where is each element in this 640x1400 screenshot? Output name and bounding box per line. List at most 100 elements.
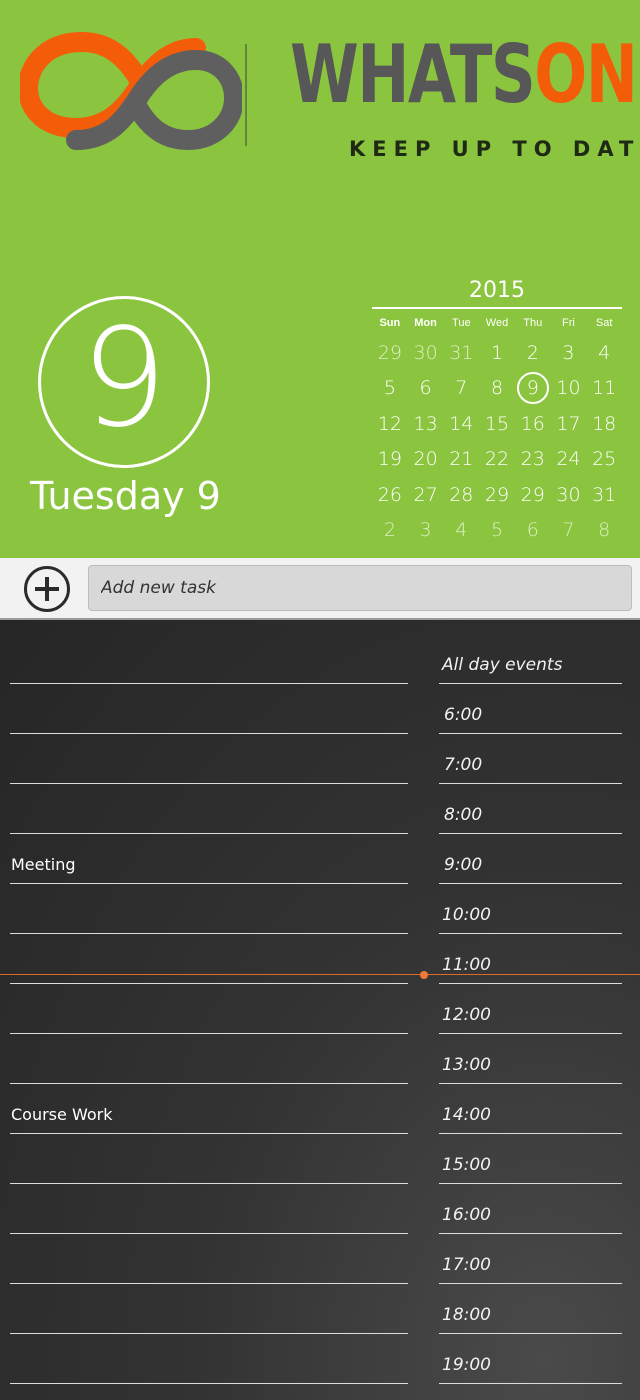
calendar-day[interactable]: 8 bbox=[479, 371, 515, 407]
schedule-row[interactable]: 17:00 bbox=[0, 1234, 640, 1284]
schedule-row[interactable]: 19:00 bbox=[0, 1334, 640, 1384]
calendar-day[interactable]: 23 bbox=[515, 442, 551, 478]
calendar-day[interactable]: 19 bbox=[372, 442, 408, 478]
schedule-row[interactable]: Meeting 9:00 bbox=[0, 834, 640, 884]
today-circle: 9 bbox=[38, 296, 210, 468]
add-task-button[interactable] bbox=[24, 566, 70, 612]
calendar-day[interactable]: 1 bbox=[479, 335, 515, 371]
calendar-day[interactable]: 26 bbox=[372, 477, 408, 513]
calendar-day[interactable]: 16 bbox=[515, 406, 551, 442]
schedule-row[interactable]: 7:00 bbox=[0, 734, 640, 784]
calendar-day-number: 23 bbox=[520, 448, 545, 471]
schedule-time-label: 16:00 bbox=[442, 1205, 491, 1225]
calendar-day-number: 31 bbox=[449, 341, 474, 364]
calendar-day[interactable]: 6 bbox=[408, 371, 444, 407]
calendar-day[interactable]: 2 bbox=[515, 335, 551, 371]
calendar-day[interactable]: 15 bbox=[479, 406, 515, 442]
calendar-weekday: Mon bbox=[414, 317, 437, 329]
schedule-time-label: 14:00 bbox=[442, 1105, 491, 1125]
header: WHATSON KEEP UP TO DATE 9 Tuesday 9 2015… bbox=[0, 0, 640, 558]
calendar-day[interactable]: 5 bbox=[479, 513, 515, 549]
brand-name: WHATSON bbox=[290, 30, 638, 120]
calendar-day-number: 3 bbox=[419, 519, 432, 542]
calendar-day-number: 31 bbox=[592, 483, 617, 506]
calendar-day[interactable]: 7 bbox=[443, 371, 479, 407]
add-task-input[interactable] bbox=[88, 565, 632, 611]
calendar-day[interactable]: 7 bbox=[551, 513, 587, 549]
schedule-row[interactable]: 8:00 bbox=[0, 784, 640, 834]
calendar-day[interactable]: 27 bbox=[408, 477, 444, 513]
schedule-time-label: 6:00 bbox=[444, 705, 483, 725]
calendar-day[interactable]: 5 bbox=[372, 371, 408, 407]
calendar-day-number: 29 bbox=[484, 483, 510, 506]
schedule-task-label: Meeting bbox=[11, 855, 76, 874]
calendar-day[interactable]: 21 bbox=[443, 442, 479, 478]
calendar-day-number: 29 bbox=[520, 483, 545, 506]
calendar-day[interactable]: 8 bbox=[586, 513, 622, 549]
schedule-time-label: 19:00 bbox=[442, 1355, 491, 1375]
schedule-time-label: 10:00 bbox=[442, 905, 491, 925]
schedule-row[interactable]: 13:00 bbox=[0, 1034, 640, 1084]
calendar-day[interactable]: 30 bbox=[408, 335, 444, 371]
logo-divider bbox=[245, 44, 247, 146]
calendar-day-number: 11 bbox=[592, 377, 617, 400]
calendar-day-number: 30 bbox=[556, 483, 581, 506]
schedule-row[interactable]: 16:00 bbox=[0, 1184, 640, 1234]
schedule-row[interactable]: 6:00 bbox=[0, 684, 640, 734]
schedule-row[interactable]: 12:00 bbox=[0, 984, 640, 1034]
calendar-day[interactable]: 25 bbox=[586, 442, 622, 478]
schedule-time-label: All day events bbox=[442, 655, 563, 675]
calendar-day-number: 4 bbox=[598, 341, 611, 364]
calendar-day-number: 19 bbox=[377, 448, 402, 471]
calendar-day[interactable]: 6 bbox=[515, 513, 551, 549]
calendar-day[interactable]: 30 bbox=[551, 477, 587, 513]
calendar-day[interactable]: 18 bbox=[586, 406, 622, 442]
calendar-day-number: 3 bbox=[562, 341, 575, 364]
calendar-day-number: 6 bbox=[419, 377, 432, 400]
schedule-row[interactable]: 18:00 bbox=[0, 1284, 640, 1334]
calendar-day[interactable]: 2 bbox=[372, 513, 408, 549]
calendar-weekday: Thu bbox=[523, 317, 543, 329]
calendar-day-selected[interactable]: 9 bbox=[515, 371, 551, 407]
calendar-day[interactable]: 29 bbox=[372, 335, 408, 371]
calendar-day[interactable]: 3 bbox=[408, 513, 444, 549]
schedule-row[interactable]: 15:00 bbox=[0, 1134, 640, 1184]
calendar-day[interactable]: 17 bbox=[551, 406, 587, 442]
calendar-day-number: 8 bbox=[598, 519, 611, 542]
task-divider bbox=[10, 1383, 408, 1384]
calendar-day[interactable]: 20 bbox=[408, 442, 444, 478]
calendar-weekday: Sat bbox=[595, 317, 613, 329]
time-divider bbox=[439, 1383, 622, 1384]
calendar-day[interactable]: 31 bbox=[443, 335, 479, 371]
calendar-day[interactable]: 28 bbox=[443, 477, 479, 513]
calendar-day[interactable]: 3 bbox=[551, 335, 587, 371]
schedule-row[interactable]: 11:00 bbox=[0, 934, 640, 984]
calendar-day-number: 2 bbox=[383, 519, 396, 542]
calendar-day[interactable]: 10 bbox=[551, 371, 587, 407]
calendar-day[interactable]: 4 bbox=[586, 335, 622, 371]
app-page: WHATSON KEEP UP TO DATE 9 Tuesday 9 2015… bbox=[0, 0, 640, 1400]
calendar-day[interactable]: 4 bbox=[443, 513, 479, 549]
calendar-day[interactable]: 14 bbox=[443, 406, 479, 442]
calendar-weekday: Sun bbox=[379, 317, 401, 329]
schedule-row[interactable]: Course Work 14:00 bbox=[0, 1084, 640, 1134]
schedule-time-label: 17:00 bbox=[442, 1255, 491, 1275]
calendar-day-number: 29 bbox=[377, 341, 402, 364]
calendar-day[interactable]: 29 bbox=[479, 477, 515, 513]
calendar-day[interactable]: 31 bbox=[586, 477, 622, 513]
calendar-day[interactable]: 29 bbox=[515, 477, 551, 513]
calendar-day[interactable]: 13 bbox=[408, 406, 444, 442]
calendar-day-number: 28 bbox=[449, 483, 474, 506]
calendar-week: 2345678 bbox=[372, 513, 622, 549]
calendar-day[interactable]: 12 bbox=[372, 406, 408, 442]
schedule-row[interactable]: All day events bbox=[0, 634, 640, 684]
calendar-day[interactable]: 22 bbox=[479, 442, 515, 478]
calendar-day[interactable]: 24 bbox=[551, 442, 587, 478]
schedule-row[interactable]: 10:00 bbox=[0, 884, 640, 934]
calendar-week: 12 13 14 15 16 17 18 bbox=[372, 406, 622, 442]
calendar-day-number: 2 bbox=[526, 341, 539, 364]
calendar-day[interactable]: 11 bbox=[586, 371, 622, 407]
calendar-day-number: 5 bbox=[383, 377, 396, 400]
schedule-time-label: 18:00 bbox=[442, 1305, 491, 1325]
calendar-day-number: 7 bbox=[562, 519, 575, 542]
